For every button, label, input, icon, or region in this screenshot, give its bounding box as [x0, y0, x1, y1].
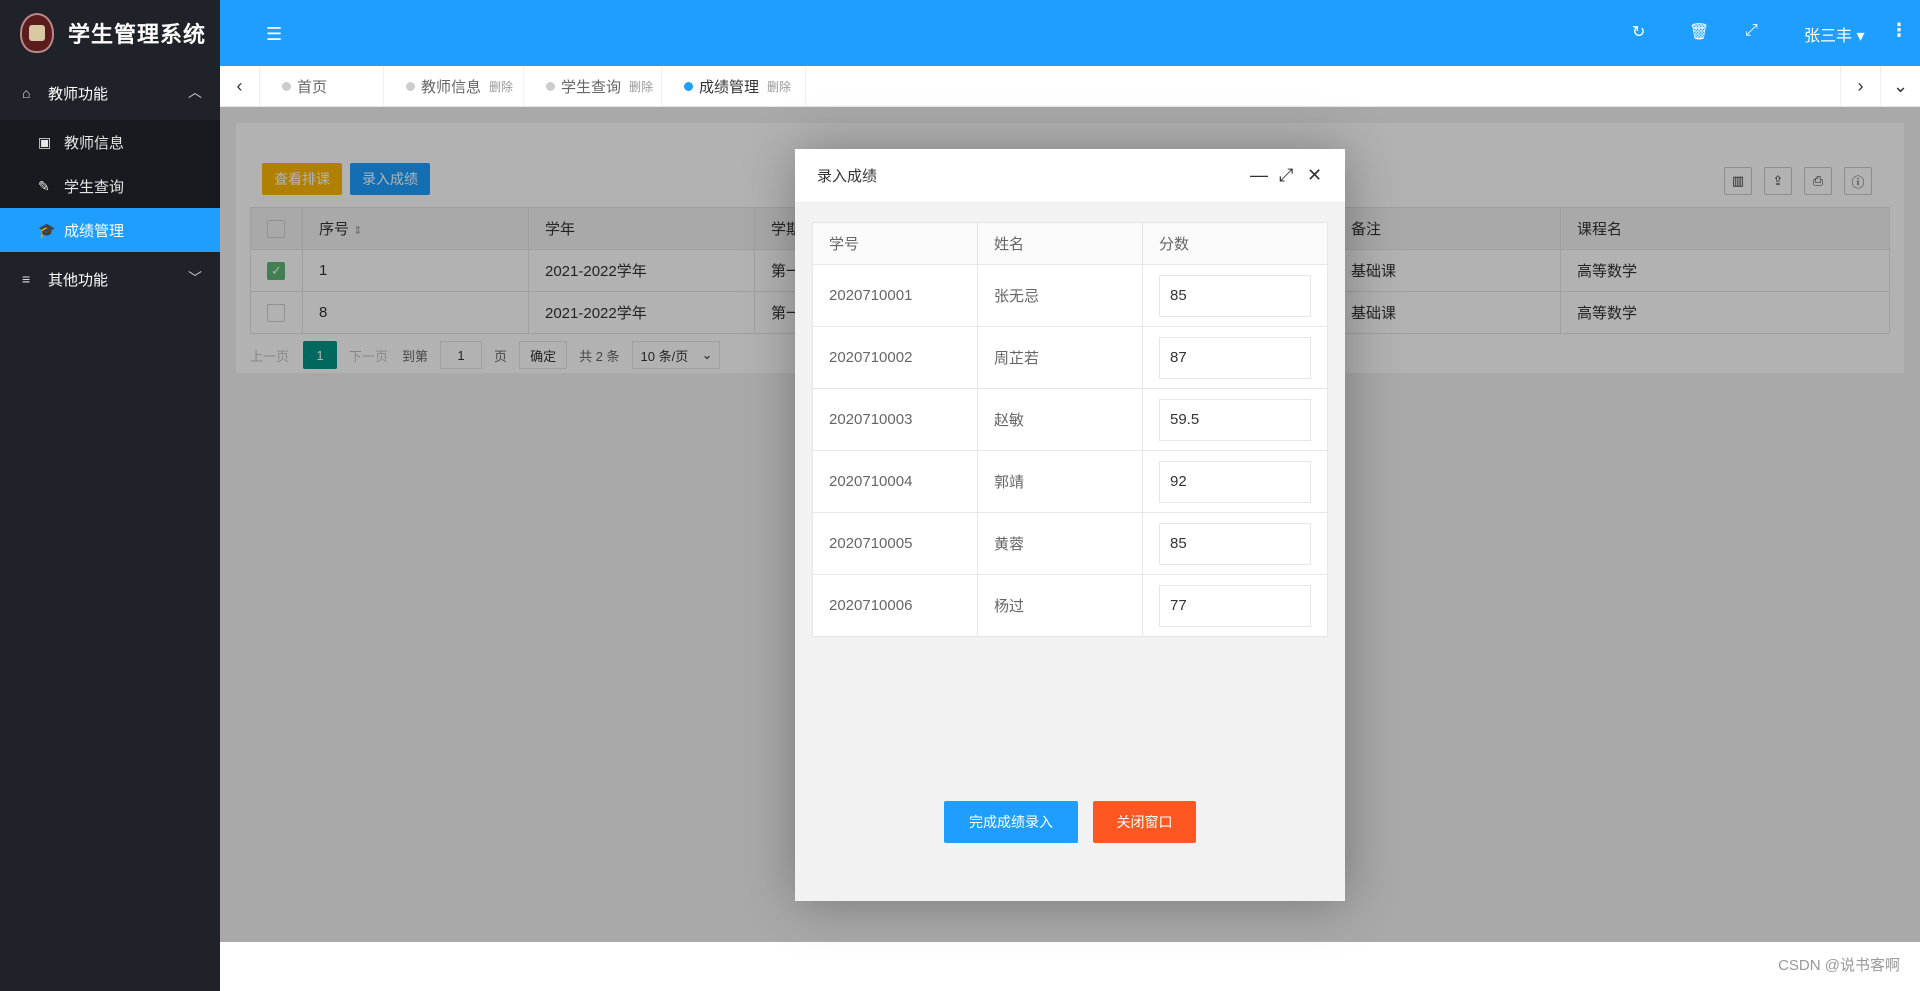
cell-student-name: 郭靖: [977, 450, 1143, 513]
sidebar-item-score-management[interactable]: 🎓 成绩管理: [0, 208, 220, 252]
cell-score: 92: [1142, 450, 1328, 513]
footer: CSDN @说书客啊: [220, 942, 1920, 991]
tab-close[interactable]: 删除: [767, 78, 791, 95]
maximize-icon[interactable]: ⤢: [1279, 165, 1293, 186]
tab-label: 教师信息: [421, 78, 482, 96]
sidebar-submenu: ▣ 教师信息 ✎ 学生查询 🎓 成绩管理: [0, 120, 220, 252]
cell-student-name: 周芷若: [977, 326, 1143, 389]
tab-close[interactable]: 删除: [489, 78, 513, 95]
cell-score: 87: [1142, 326, 1328, 389]
home-icon: ⌂: [22, 85, 31, 101]
tabs-dropdown-icon[interactable]: ⌄: [1880, 66, 1920, 106]
list-icon: ≡: [22, 271, 31, 287]
tab-student-query[interactable]: 学生查询 删除: [524, 66, 662, 106]
tab-close[interactable]: 删除: [629, 78, 653, 95]
tabs-scroll-right-icon[interactable]: ›: [1840, 66, 1880, 106]
chevron-up-icon: ︿: [188, 84, 202, 100]
tab-label: 首页: [297, 78, 328, 96]
score-input[interactable]: 59.5: [1159, 398, 1311, 441]
modal-title: 录入成绩: [817, 168, 878, 185]
cell-student-id: 2020710003: [812, 388, 978, 451]
cell-student-name: 杨过: [977, 574, 1143, 637]
logo-area: 学生管理系统: [0, 0, 220, 66]
cell-student-id: 2020710005: [812, 512, 978, 575]
watermark: CSDN @说书客啊: [1778, 957, 1900, 974]
user-name: 张三丰: [1804, 28, 1853, 45]
table-row: 2020710002 周芷若 87: [812, 326, 1328, 389]
sidebar-group-other[interactable]: ≡ 其他功能 ﹀: [0, 252, 220, 306]
sidebar-group-label: 其他功能: [48, 271, 109, 289]
graduation-cap-icon: 🎓: [38, 221, 56, 238]
cell-score: 77: [1142, 574, 1328, 637]
cell-student-name: 张无忌: [977, 264, 1143, 327]
app-title: 学生管理系统: [68, 22, 207, 47]
score-input[interactable]: 85: [1159, 522, 1311, 565]
top-header: 学生管理系统 ☰ ↻ 🗑 ⤢ 张三丰 ▾ ⋮: [0, 0, 1920, 66]
score-input[interactable]: 92: [1159, 460, 1311, 503]
cell-student-id: 2020710006: [812, 574, 978, 637]
tab-teacher-info[interactable]: 教师信息 删除: [384, 66, 524, 106]
scores-table: 学号 姓名 分数 2020710001 张无忌 85 2020710002 周芷…: [812, 222, 1328, 637]
tab-bar: ‹ 首页 教师信息 删除 学生查询 删除 成绩管理 删除 › ⌄: [220, 66, 1920, 107]
school-logo: [20, 13, 54, 53]
sidebar-item-label: 学生查询: [64, 178, 125, 196]
tab-dot: [406, 81, 415, 91]
tab-dot: [684, 81, 693, 91]
sidebar-group-label: 教师功能: [48, 85, 109, 103]
col-header: 学号: [812, 222, 978, 265]
close-window-button[interactable]: 关闭窗口: [1093, 801, 1196, 843]
enter-scores-modal: 录入成绩 — ⤢ ✕ 学号 姓名 分数 2020710001 张无忌 85 20…: [795, 149, 1345, 901]
cell-student-name: 黄蓉: [977, 512, 1143, 575]
trash-icon[interactable]: 🗑: [1689, 22, 1709, 42]
cell-student-id: 2020710002: [812, 326, 978, 389]
sidebar-group-teacher[interactable]: ⌂ 教师功能 ︿: [0, 66, 220, 120]
cell-student-id: 2020710004: [812, 450, 978, 513]
more-icon[interactable]: ⋮: [1890, 20, 1908, 41]
tab-home[interactable]: 首页: [260, 66, 384, 106]
refresh-icon[interactable]: ↻: [1632, 22, 1645, 42]
table-header-row: 学号 姓名 分数: [812, 222, 1328, 265]
briefcase-icon: ▣: [38, 133, 52, 150]
col-header: 分数: [1142, 222, 1328, 265]
cell-score: 85: [1142, 512, 1328, 575]
cell-score: 85: [1142, 264, 1328, 327]
score-input[interactable]: 85: [1159, 274, 1311, 317]
sidebar-item-teacher-info[interactable]: ▣ 教师信息: [0, 120, 220, 164]
fullscreen-icon[interactable]: ⤢: [1745, 22, 1758, 40]
minimize-icon[interactable]: —: [1250, 165, 1268, 186]
submit-scores-button[interactable]: 完成成绩录入: [944, 801, 1078, 843]
cell-student-name: 赵敏: [977, 388, 1143, 451]
table-row: 2020710005 黄蓉 85: [812, 512, 1328, 575]
tab-label: 成绩管理: [699, 78, 760, 96]
sidebar: ⌂ 教师功能 ︿ ▣ 教师信息 ✎ 学生查询 🎓 成绩管理 ≡ 其他功能 ﹀: [0, 66, 220, 991]
tabs-scroll-left-icon[interactable]: ‹: [220, 66, 260, 106]
score-input[interactable]: 87: [1159, 336, 1311, 379]
table-row: 2020710004 郭靖 92: [812, 450, 1328, 513]
table-row: 2020710001 张无忌 85: [812, 264, 1328, 327]
menu-toggle-icon[interactable]: ☰: [266, 24, 282, 45]
table-row: 2020710003 赵敏 59.5: [812, 388, 1328, 451]
caret-down-icon: ▾: [1856, 28, 1865, 45]
user-menu[interactable]: 张三丰 ▾: [1804, 22, 1865, 46]
close-icon[interactable]: ✕: [1307, 165, 1322, 186]
cell-score: 59.5: [1142, 388, 1328, 451]
sidebar-item-student-query[interactable]: ✎ 学生查询: [0, 164, 220, 208]
tab-score-management[interactable]: 成绩管理 删除: [662, 66, 806, 106]
sidebar-item-label: 成绩管理: [64, 222, 125, 240]
table-row: 2020710006 杨过 77: [812, 574, 1328, 637]
cell-student-id: 2020710001: [812, 264, 978, 327]
tab-label: 学生查询: [561, 78, 622, 96]
tab-dot: [546, 81, 555, 91]
chevron-down-icon: ﹀: [188, 270, 202, 286]
tab-dot: [282, 81, 291, 91]
score-input[interactable]: 77: [1159, 584, 1311, 627]
sidebar-item-label: 教师信息: [64, 134, 125, 152]
pencil-icon: ✎: [38, 177, 50, 194]
col-header: 姓名: [977, 222, 1143, 265]
modal-header: 录入成绩 — ⤢ ✕: [795, 149, 1345, 203]
